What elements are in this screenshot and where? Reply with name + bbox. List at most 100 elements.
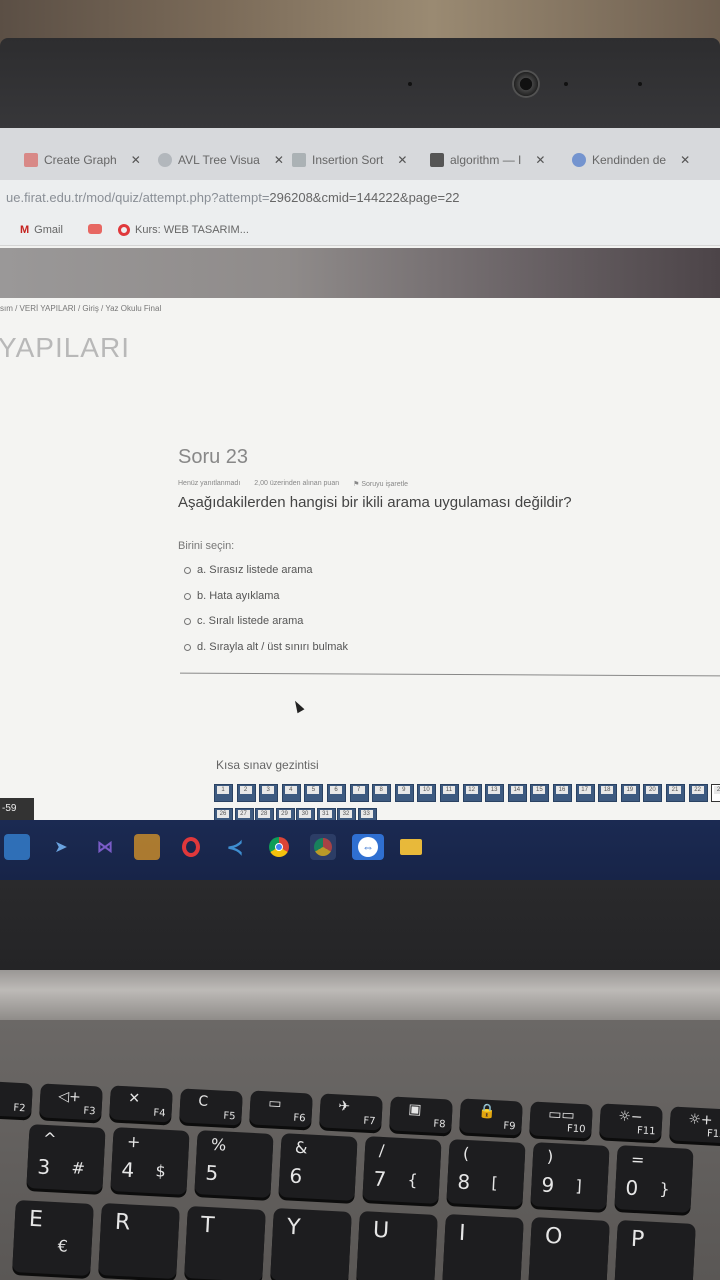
question-text: Aşağıdakilerden hangisi bir ikili arama …: [178, 494, 572, 511]
quiz-nav-number: 20: [646, 786, 659, 794]
quiz-nav-number: 8: [375, 786, 388, 794]
tab-favicon-icon: [292, 153, 306, 167]
key-main-label: 0: [624, 1175, 639, 1201]
question-title: Soru 23: [178, 446, 249, 468]
quiz-nav-number: 14: [510, 786, 523, 794]
quiz-nav-button[interactable]: 20: [643, 784, 663, 802]
key-fn-label: F3: [83, 1105, 96, 1117]
teamviewer-icon[interactable]: ⇔: [352, 834, 384, 860]
quiz-nav-button[interactable]: 18: [598, 784, 618, 802]
vscode-icon[interactable]: ≺: [222, 834, 248, 860]
key-fn-label: F10: [566, 1123, 586, 1136]
quiz-nav-number: 32: [340, 810, 352, 818]
option-label[interactable]: c. Sıralı listede arama: [197, 615, 303, 627]
windows-taskbar: ➤ ⋈ ≺ ⇔: [0, 820, 720, 880]
quiz-nav-button[interactable]: 11: [440, 784, 459, 802]
quiz-nav-number: 3: [262, 786, 275, 794]
quiz-nav-button[interactable]: 2: [236, 784, 256, 802]
answer-option-b[interactable]: b. Hata ayıklama: [184, 590, 280, 602]
url-query: 296208&cmid=144222&page=22: [269, 190, 460, 205]
quiz-nav-button[interactable]: 14: [507, 784, 527, 802]
key-alt-label: #: [70, 1158, 86, 1178]
key-symbol: ☼−: [617, 1108, 643, 1126]
radio-button[interactable]: [184, 617, 191, 625]
bookmark-youtube[interactable]: [88, 224, 102, 234]
bookmark-kurs[interactable]: Kurs: WEB TASARIM...: [118, 224, 249, 236]
quiz-nav-button[interactable]: 5: [304, 784, 324, 802]
quiz-nav-number: 17: [578, 786, 591, 794]
close-icon[interactable]: ✕: [131, 153, 141, 167]
tab-insertion-sort[interactable]: Insertion Sort ✕: [292, 144, 407, 176]
radio-button[interactable]: [184, 643, 191, 651]
file-explorer-icon[interactable]: [4, 834, 30, 860]
quiz-nav-button[interactable]: 19: [620, 784, 640, 802]
chrome-profile-icon[interactable]: [310, 834, 336, 860]
paint-icon[interactable]: [134, 834, 160, 860]
answer-option-c[interactable]: c. Sıralı listede arama: [184, 615, 303, 627]
quiz-nav-button[interactable]: 15: [530, 784, 550, 802]
address-bar[interactable]: ue.firat.edu.tr/mod/quiz/attempt.php?att…: [0, 180, 720, 216]
quiz-nav-button[interactable]: 1: [214, 784, 233, 802]
quiz-nav-button[interactable]: 10: [417, 784, 437, 802]
answer-option-a[interactable]: a. Sırasız listede arama: [184, 564, 313, 576]
key-main-label: 9: [540, 1172, 555, 1198]
quiz-nav-number: 26: [217, 810, 229, 818]
quiz-nav-number: 21: [669, 786, 681, 794]
keyboard-key: ▣ F8: [389, 1095, 453, 1134]
quiz-nav-button[interactable]: 22: [688, 784, 708, 802]
close-icon[interactable]: ✕: [535, 153, 545, 167]
folder-icon[interactable]: ➤: [48, 834, 74, 860]
key-main-label: 3: [36, 1154, 51, 1180]
option-label[interactable]: d. Sırayla alt / üst sınırı bulmak: [197, 641, 348, 653]
tab-create-graph[interactable]: Create Graph ✕: [24, 144, 141, 176]
quiz-nav-button[interactable]: 9: [394, 784, 414, 802]
quiz-nav-number: 18: [601, 786, 614, 794]
quiz-nav-button[interactable]: 23: [711, 784, 720, 802]
laptop-screen: Create Graph ✕ AVL Tree Visua ✕ Insertio…: [0, 128, 720, 880]
key-fn-label: F11: [636, 1125, 656, 1138]
quiz-nav-button[interactable]: 16: [553, 784, 572, 802]
tab-avl-tree[interactable]: AVL Tree Visua ✕: [158, 144, 284, 176]
url-text[interactable]: ue.firat.edu.tr/mod/quiz/attempt.php?att…: [6, 190, 460, 205]
tab-kendinden[interactable]: Kendinden de ✕: [572, 144, 690, 176]
quiz-nav-number: 29: [278, 810, 291, 818]
radio-button[interactable]: [184, 566, 191, 574]
option-label[interactable]: a. Sırasız listede arama: [197, 564, 313, 576]
quiz-nav-button[interactable]: 13: [485, 784, 505, 802]
quiz-nav-button[interactable]: 4: [281, 784, 301, 802]
quiz-nav-button[interactable]: 8: [372, 784, 392, 802]
key-main-label: 6: [288, 1163, 303, 1189]
option-label[interactable]: b. Hata ayıklama: [197, 590, 280, 602]
quiz-page: sım / VERİ YAPILARI / Giriş / Yaz Okulu …: [0, 298, 720, 838]
flag-question-link[interactable]: ⚑ Soruyu işaretle: [353, 480, 408, 488]
keyboard-key: = 0}: [614, 1145, 694, 1213]
quiz-nav-button[interactable]: 6: [327, 784, 346, 802]
close-icon[interactable]: ✕: [680, 153, 690, 167]
tab-label: AVL Tree Visua: [178, 153, 260, 167]
key-main-label: O: [544, 1223, 563, 1250]
keyboard-key: E €: [12, 1200, 94, 1276]
quiz-nav-button[interactable]: 21: [666, 784, 685, 802]
quiz-nav-button[interactable]: 3: [259, 784, 279, 802]
quiz-nav-button[interactable]: 12: [462, 784, 482, 802]
quiz-nav-number: 1: [217, 786, 229, 794]
key-symbol: ▭▭: [547, 1106, 576, 1124]
quiz-nav-button[interactable]: 17: [575, 784, 595, 802]
bookmark-gmail[interactable]: M Gmail: [20, 224, 63, 236]
close-icon[interactable]: ✕: [397, 153, 407, 167]
quiz-nav-number: 7: [352, 786, 365, 794]
chrome-icon[interactable]: [266, 834, 292, 860]
opera-icon[interactable]: [178, 834, 204, 860]
quiz-nav-button[interactable]: 7: [349, 784, 369, 802]
tab-algorithm[interactable]: algorithm — I ✕: [430, 144, 545, 176]
answer-option-d[interactable]: d. Sırayla alt / üst sınırı bulmak: [184, 641, 348, 653]
folder-yellow-icon[interactable]: [398, 834, 424, 860]
quiz-nav-number: 6: [330, 786, 342, 794]
close-icon[interactable]: ✕: [274, 153, 284, 167]
radio-button[interactable]: [184, 592, 191, 600]
keyboard-key: F2: [0, 1080, 33, 1118]
sensor-dot: [564, 82, 568, 86]
visual-studio-icon[interactable]: ⋈: [92, 834, 118, 860]
keyboard-key: ^ 3 #: [26, 1124, 106, 1192]
quiz-nav-number: 4: [284, 786, 297, 794]
